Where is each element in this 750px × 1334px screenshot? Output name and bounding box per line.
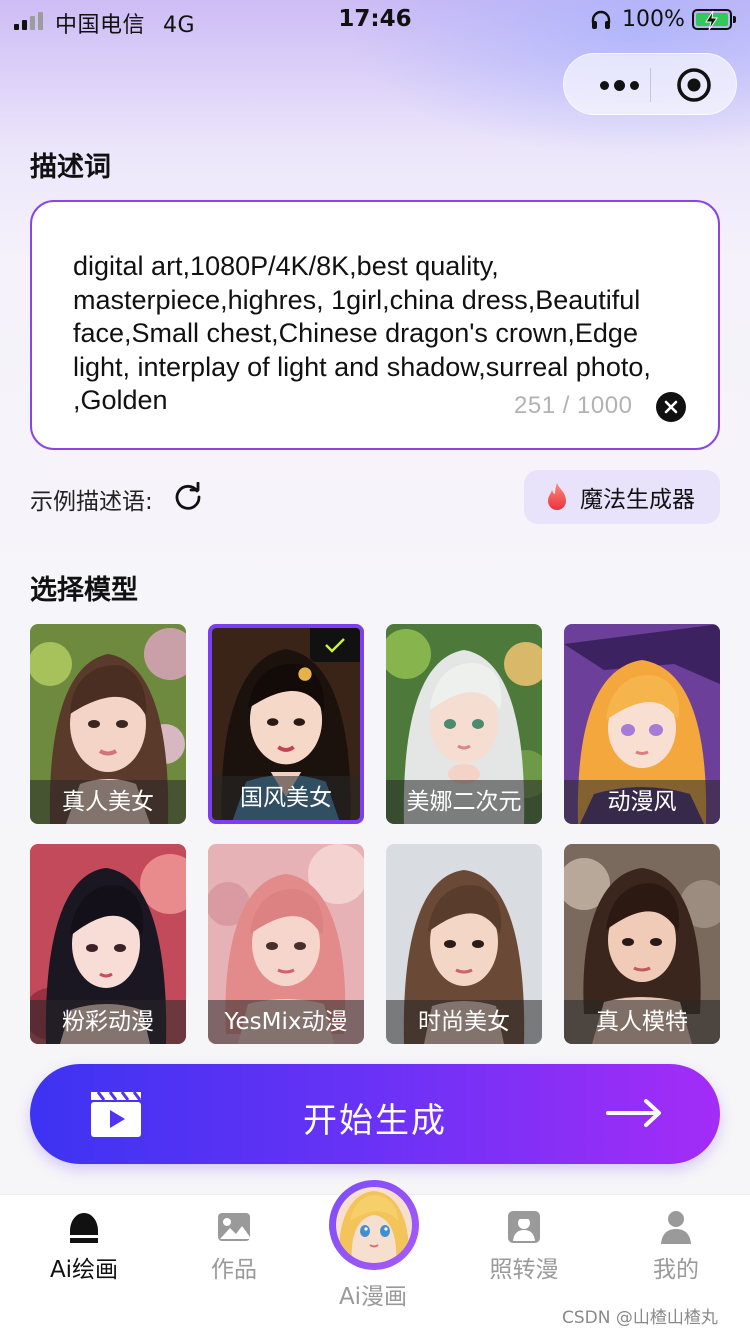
tab-label: Ai绘画 [49, 1257, 119, 1283]
tab-ai-comic[interactable] [329, 1180, 419, 1270]
prompt-title: 描述词 [30, 152, 111, 183]
miniprogram-capsule [563, 53, 737, 115]
gallery-icon [218, 1213, 250, 1241]
examples-label: 示例描述语: [30, 489, 153, 515]
refresh-icon[interactable] [173, 482, 203, 512]
profile-icon [661, 1211, 691, 1244]
photo-to-anime-icon [508, 1211, 540, 1243]
char-counter: 251 / 1000 [512, 392, 633, 420]
model-card-fashion-beauty[interactable]: 时尚美女 [386, 844, 542, 1044]
model-label: YesMix动漫 [208, 1000, 364, 1044]
capsule-divider [650, 68, 651, 102]
model-section-title: 选择模型 [30, 575, 138, 606]
model-card-guofeng-beauty[interactable]: 国风美女 [208, 624, 364, 824]
center-tab-label: Ai漫画 [338, 1284, 408, 1310]
close-icon [664, 400, 678, 414]
checkmark-icon [325, 638, 345, 653]
clear-button[interactable] [656, 392, 686, 422]
prompt-textarea[interactable]: digital art,1080P/4K/8K,best quality, ma… [30, 200, 720, 450]
model-label: 粉彩动漫 [30, 1000, 186, 1044]
tab-label: 作品 [211, 1257, 257, 1283]
model-label: 真人模特 [564, 1000, 720, 1044]
home-icon [70, 1213, 98, 1243]
headphone-icon [591, 10, 611, 29]
anime-avatar-icon [336, 1187, 412, 1263]
arrow-right-icon [606, 1099, 661, 1127]
model-label: 真人美女 [30, 780, 186, 824]
model-card-meina-anime[interactable]: 美娜二次元 [386, 624, 542, 824]
magic-generator-button[interactable]: 魔法生成器 [524, 470, 720, 524]
tab-label: 我的 [653, 1257, 699, 1283]
status-bar: 中国电信 4G 17:46 100% [0, 0, 750, 42]
battery-charging-icon [692, 9, 736, 31]
selected-check-badge [310, 628, 360, 662]
model-card-anime-style[interactable]: 动漫风 [564, 624, 720, 824]
magic-generator-label: 魔法生成器 [580, 487, 695, 513]
close-target-icon[interactable] [676, 67, 712, 103]
model-label: 动漫风 [564, 780, 720, 824]
watermark: CSDN @山楂山楂丸 [562, 1308, 718, 1328]
model-label: 美娜二次元 [386, 780, 542, 824]
flame-icon [548, 483, 566, 510]
model-label: 时尚美女 [386, 1000, 542, 1044]
tab-label: 照转漫 [489, 1257, 559, 1283]
model-label: 国风美女 [212, 776, 360, 820]
model-card-real-beauty[interactable]: 真人美女 [30, 624, 186, 824]
more-icon[interactable] [588, 74, 650, 96]
model-card-pastel-anime[interactable]: 粉彩动漫 [30, 844, 186, 1044]
model-card-yesmix-anime[interactable]: YesMix动漫 [208, 844, 364, 1044]
start-generate-button[interactable]: 开始生成 [30, 1064, 720, 1164]
battery-percent: 100% [622, 7, 685, 32]
model-card-real-model[interactable]: 真人模特 [564, 844, 720, 1044]
